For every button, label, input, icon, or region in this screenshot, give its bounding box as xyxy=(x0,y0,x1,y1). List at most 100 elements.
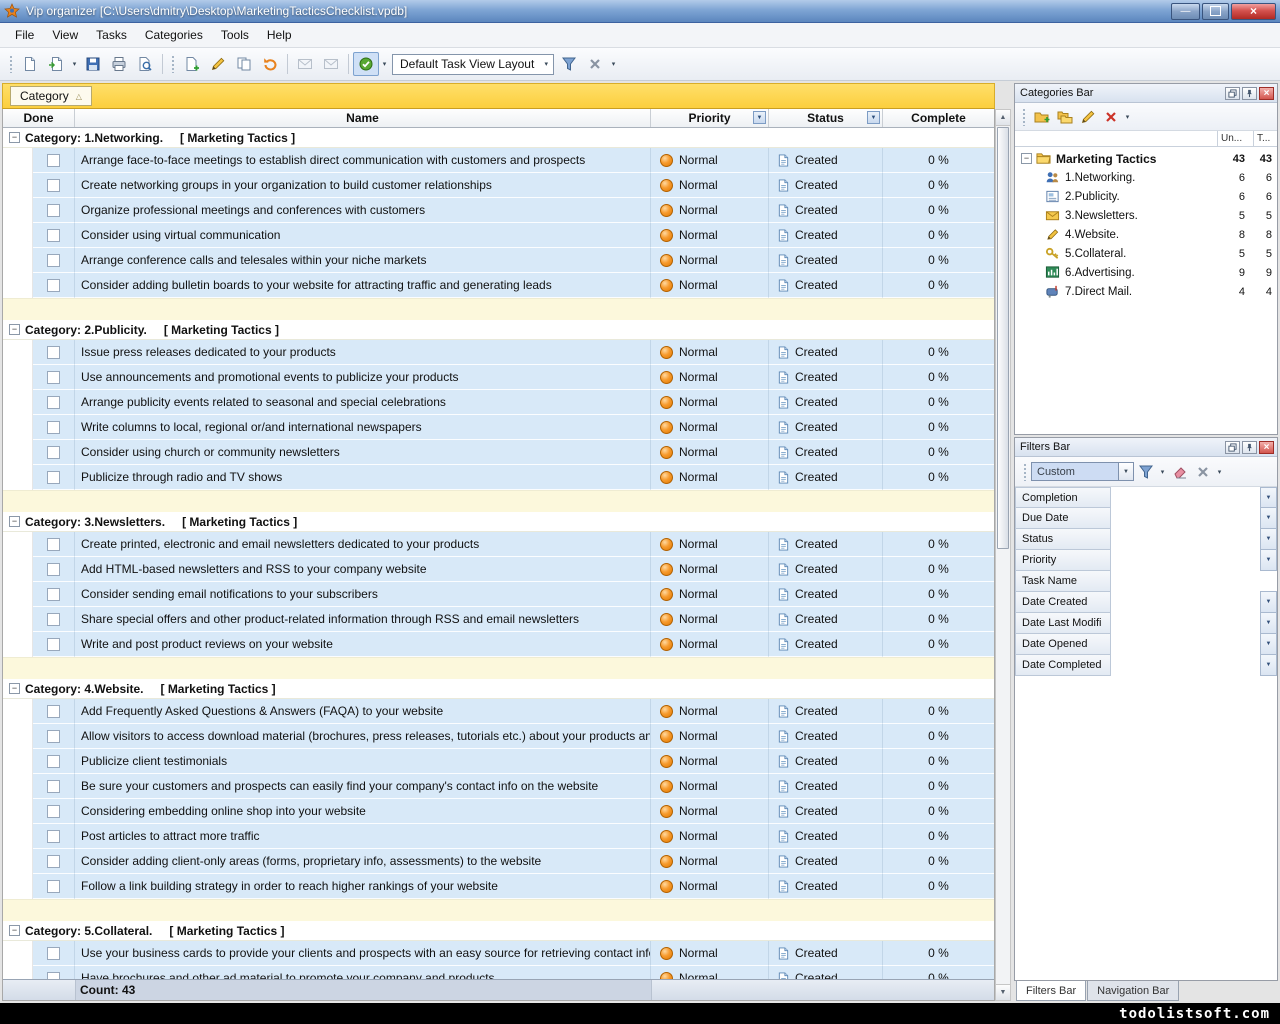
task-checkbox[interactable] xyxy=(47,972,60,980)
dropdown-icon[interactable]: ▼ xyxy=(1260,633,1277,655)
task-checkbox[interactable] xyxy=(47,371,60,384)
collapse-icon[interactable]: − xyxy=(9,925,20,936)
task-checkbox[interactable] xyxy=(47,730,60,743)
scroll-down-icon[interactable]: ▼ xyxy=(996,984,1010,1000)
add-category-button[interactable] xyxy=(1030,106,1053,127)
filter-value[interactable] xyxy=(1111,592,1260,613)
collapse-icon[interactable]: − xyxy=(9,132,20,143)
chevron-down-icon[interactable]: ▾ xyxy=(379,53,390,75)
menu-item-tasks[interactable]: Tasks xyxy=(87,25,136,45)
filter-value[interactable] xyxy=(1111,487,1260,508)
filter-preset-combo[interactable]: Custom xyxy=(1031,462,1119,481)
column-header-priority[interactable]: Priority▼ xyxy=(651,109,769,127)
column-header-name[interactable]: Name xyxy=(75,109,651,127)
task-checkbox[interactable] xyxy=(47,563,60,576)
scrollbar-thumb[interactable] xyxy=(997,127,1009,549)
close-panel-button[interactable]: × xyxy=(1259,87,1274,100)
dropdown-icon[interactable]: ▼ xyxy=(1260,612,1277,634)
column-header-status[interactable]: Status▼ xyxy=(769,109,883,127)
task-checkbox[interactable] xyxy=(47,638,60,651)
task-checkbox[interactable] xyxy=(47,947,60,960)
apply-filter-button[interactable] xyxy=(1134,461,1157,482)
task-checkbox[interactable] xyxy=(47,588,60,601)
task-checkbox[interactable] xyxy=(47,538,60,551)
task-view-layout-combo[interactable]: Default Task View Layout ▾ xyxy=(392,54,554,75)
clear-filter-button[interactable] xyxy=(1168,461,1191,482)
filter-value[interactable] xyxy=(1111,529,1260,550)
chevron-down-icon[interactable]: ▾ xyxy=(69,53,80,75)
tree-item[interactable]: 7.Direct Mail.44 xyxy=(1015,282,1277,301)
vertical-scrollbar[interactable]: ▲ ▼ xyxy=(995,109,1011,1001)
filter-value[interactable] xyxy=(1111,634,1260,655)
scrollbar-track[interactable] xyxy=(996,550,1010,984)
add-subcategory-button[interactable] xyxy=(1053,106,1076,127)
filter-field-label[interactable]: Due Date xyxy=(1015,507,1111,529)
task-checkbox[interactable] xyxy=(47,880,60,893)
chevron-down-icon[interactable]: ▾ xyxy=(1122,106,1133,128)
task-checkbox[interactable] xyxy=(47,471,60,484)
column-header-total[interactable]: T... xyxy=(1253,131,1277,146)
tab-navigation-bar[interactable]: Navigation Bar xyxy=(1087,981,1179,1001)
filter-field-label[interactable]: Date Created xyxy=(1015,591,1111,613)
tree-item[interactable]: 6.Advertising.99 xyxy=(1015,263,1277,282)
chevron-down-icon[interactable]: ▾ xyxy=(541,60,551,68)
task-checkbox[interactable] xyxy=(47,705,60,718)
filter-value[interactable] xyxy=(1111,508,1260,529)
edit-task-button[interactable] xyxy=(205,52,231,76)
tree-item-root[interactable]: −Marketing Tactics4343 xyxy=(1015,149,1277,168)
save-button[interactable] xyxy=(80,52,106,76)
scroll-up-icon[interactable]: ▲ xyxy=(996,110,1010,126)
toolbar-grip[interactable] xyxy=(1022,108,1026,126)
filter-field-label[interactable]: Date Completed xyxy=(1015,654,1111,676)
close-button[interactable]: × xyxy=(1231,3,1276,20)
save-view-button[interactable] xyxy=(556,52,582,76)
dropdown-icon[interactable]: ▼ xyxy=(1260,654,1277,676)
column-header-complete[interactable]: Complete xyxy=(883,109,994,127)
filter-field-label[interactable]: Date Opened xyxy=(1015,633,1111,655)
toolbar-grip[interactable] xyxy=(9,55,13,73)
task-checkbox[interactable] xyxy=(47,755,60,768)
delete-filter-button[interactable] xyxy=(1191,461,1214,482)
receive-email-button[interactable] xyxy=(318,52,344,76)
delete-category-button[interactable] xyxy=(1099,106,1122,127)
menu-item-file[interactable]: File xyxy=(6,25,43,45)
filter-field-label[interactable]: Priority xyxy=(1015,549,1111,571)
group-header[interactable]: −Category: 3.Newsletters.[ Marketing Tac… xyxy=(3,512,994,532)
toolbar-grip[interactable] xyxy=(1023,463,1027,481)
dropdown-icon[interactable]: ▼ xyxy=(1260,591,1277,613)
task-checkbox[interactable] xyxy=(47,830,60,843)
pin-panel-button[interactable] xyxy=(1242,441,1257,454)
title-bar[interactable]: Vip organizer [C:\Users\dmitry\Desktop\M… xyxy=(0,0,1280,23)
add-task-button[interactable] xyxy=(179,52,205,76)
filter-value[interactable] xyxy=(1111,655,1260,676)
group-header[interactable]: −Category: 4.Website.[ Marketing Tactics… xyxy=(3,679,994,699)
dropdown-icon[interactable]: ▼ xyxy=(1260,487,1277,508)
task-checkbox[interactable] xyxy=(47,154,60,167)
maximize-button[interactable] xyxy=(1202,3,1229,20)
task-checkbox[interactable] xyxy=(47,179,60,192)
group-header[interactable]: −Category: 2.Publicity.[ Marketing Tacti… xyxy=(3,320,994,340)
close-panel-button[interactable]: × xyxy=(1259,441,1274,454)
delete-view-button[interactable] xyxy=(582,52,608,76)
filter-field-label[interactable]: Completion xyxy=(1015,487,1111,508)
task-checkbox[interactable] xyxy=(47,346,60,359)
group-header[interactable]: −Category: 1.Networking.[ Marketing Tact… xyxy=(3,128,994,148)
open-document-button[interactable] xyxy=(43,52,69,76)
print-preview-button[interactable] xyxy=(132,52,158,76)
task-checkbox[interactable] xyxy=(47,805,60,818)
filter-field-label[interactable]: Date Last Modifi xyxy=(1015,612,1111,634)
collapse-icon[interactable]: − xyxy=(9,683,20,694)
task-checkbox[interactable] xyxy=(47,279,60,292)
status-filter-dropdown-icon[interactable]: ▼ xyxy=(867,111,880,124)
collapse-icon[interactable]: − xyxy=(9,516,20,527)
toolbar-grip[interactable] xyxy=(171,55,175,73)
menu-item-view[interactable]: View xyxy=(43,25,87,45)
menu-item-tools[interactable]: Tools xyxy=(212,25,258,45)
edit-category-button[interactable] xyxy=(1076,106,1099,127)
task-checkbox[interactable] xyxy=(47,204,60,217)
task-checkbox[interactable] xyxy=(47,421,60,434)
menu-item-help[interactable]: Help xyxy=(258,25,301,45)
task-checkbox[interactable] xyxy=(47,780,60,793)
task-checkbox[interactable] xyxy=(47,855,60,868)
filter-field-label[interactable]: Status xyxy=(1015,528,1111,550)
